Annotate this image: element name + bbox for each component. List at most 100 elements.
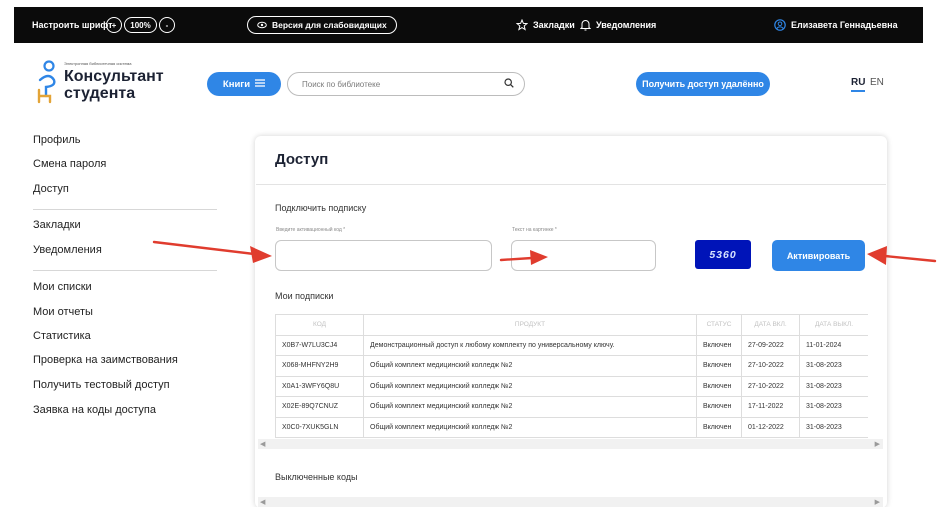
scroll-left-icon[interactable]: ◀: [260, 498, 265, 506]
notifications-label: Уведомления: [596, 20, 657, 30]
books-menu-button[interactable]: Книги: [207, 72, 281, 96]
user-menu[interactable]: Елизавета Геннадьевна: [774, 7, 898, 43]
cell-code: X0B7-W7LU3CJ4: [275, 334, 364, 356]
cell-code: X0C0-7XUK5GLN: [275, 416, 364, 438]
activation-code-label: Введите активационный код *: [276, 227, 346, 233]
cell-date-on: 27-10-2022: [741, 375, 800, 397]
sidebar-item-notifications[interactable]: Уведомления: [33, 244, 102, 256]
table-horizontal-scrollbar[interactable]: ◀ ▶: [258, 439, 883, 449]
disabled-codes-heading: Выключенные коды: [275, 472, 358, 482]
cell-date-off: 31-08-2023: [799, 375, 868, 397]
col-header-date-on[interactable]: ДАТА ВКЛ.: [741, 314, 800, 336]
cell-date-on: 27-09-2022: [741, 334, 800, 356]
sidebar-item-my-reports[interactable]: Мои отчеты: [33, 306, 93, 318]
bookmarks-label: Закладки: [533, 20, 575, 30]
table-row[interactable]: X068-MHFNY2H9 Общий комплект медицинский…: [275, 355, 868, 377]
sidebar-item-access[interactable]: Доступ: [33, 183, 69, 195]
table-row[interactable]: X02E-89Q7CNUZ Общий комплект медицинский…: [275, 396, 868, 418]
sidebar-divider: [33, 270, 217, 271]
hamburger-icon: [255, 78, 266, 90]
sidebar-item-statistics[interactable]: Статистика: [33, 330, 91, 342]
cell-code: X0A1-3WFY6Q8U: [275, 375, 364, 397]
cell-product: Демонстрационный доступ к любому комплек…: [363, 334, 697, 356]
bell-icon: [580, 19, 591, 31]
table-header-row: КОД ПРОДУКТ СТАТУС ДАТА ВКЛ. ДАТА ВЫКЛ.: [275, 314, 868, 336]
cell-date-on: 01-12-2022: [741, 416, 800, 438]
cell-status: Включен: [696, 355, 742, 377]
font-zoom-value: 100%: [124, 17, 157, 33]
cell-date-off: 31-08-2023: [799, 355, 868, 377]
visually-impaired-label: Версия для слабовидящих: [272, 20, 387, 30]
activation-code-input[interactable]: [275, 240, 492, 271]
col-header-code[interactable]: КОД: [275, 314, 364, 336]
logo-icon[interactable]: [36, 60, 62, 106]
col-header-product[interactable]: ПРОДУКТ: [363, 314, 697, 336]
col-header-status[interactable]: СТАТУС: [696, 314, 742, 336]
logo-title[interactable]: Консультант студента: [64, 68, 164, 102]
cell-status: Включен: [696, 375, 742, 397]
subscriptions-table: КОД ПРОДУКТ СТАТУС ДАТА ВКЛ. ДАТА ВЫКЛ. …: [275, 314, 868, 438]
sidebar-item-profile[interactable]: Профиль: [33, 134, 81, 146]
search-input[interactable]: [302, 79, 504, 89]
visually-impaired-button[interactable]: Версия для слабовидящих: [247, 16, 397, 34]
search-bar: [287, 72, 525, 96]
cell-status: Включен: [696, 334, 742, 356]
cell-status: Включен: [696, 396, 742, 418]
arrow-to-captcha-input-icon: [499, 250, 548, 265]
sidebar-item-bookmarks[interactable]: Закладки: [33, 219, 81, 231]
scroll-right-icon[interactable]: ▶: [875, 498, 880, 506]
lang-ru-button[interactable]: RU: [851, 77, 866, 92]
my-subscriptions-heading: Мои подписки: [275, 291, 334, 301]
search-icon[interactable]: [504, 75, 514, 93]
remote-access-button[interactable]: Получить доступ удалённо: [636, 72, 770, 96]
cell-product: Общий комплект медицинский колледж №2: [363, 416, 697, 438]
page-title: Доступ: [275, 151, 329, 168]
arrow-to-code-input-icon: [152, 240, 272, 263]
cell-status: Включен: [696, 416, 742, 438]
user-name: Елизавета Геннадьевна: [791, 20, 898, 30]
scroll-right-icon[interactable]: ▶: [875, 440, 880, 448]
cell-product: Общий комплект медицинский колледж №2: [363, 396, 697, 418]
books-button-label: Книги: [222, 78, 251, 90]
cell-product: Общий комплект медицинский колледж №2: [363, 355, 697, 377]
font-increase-button[interactable]: +: [106, 17, 122, 33]
card-divider: [256, 184, 886, 185]
font-decrease-button[interactable]: -: [159, 17, 175, 33]
sidebar-item-test-access[interactable]: Получить тестовый доступ: [33, 379, 170, 391]
cell-product: Общий комплект медицинский колледж №2: [363, 375, 697, 397]
scroll-left-icon[interactable]: ◀: [260, 440, 265, 448]
captcha-text-label: Текст на картинке *: [512, 227, 557, 233]
logo-subtitle: Электронная библиотечная система: [64, 61, 132, 66]
cell-date-off: 31-08-2023: [799, 416, 868, 438]
subscriptions-table-container: КОД ПРОДУКТ СТАТУС ДАТА ВКЛ. ДАТА ВЫКЛ. …: [275, 314, 868, 438]
table-row[interactable]: X0B7-W7LU3CJ4 Демонстрационный доступ к …: [275, 334, 868, 356]
cell-code: X068-MHFNY2H9: [275, 355, 364, 377]
captcha-image: 5360: [695, 240, 751, 269]
user-avatar-icon: [774, 19, 786, 31]
notifications-link[interactable]: Уведомления: [580, 7, 656, 43]
logo-title-line2: студента: [64, 85, 136, 102]
cell-date-off: 11-01-2024: [799, 334, 868, 356]
star-icon: [516, 19, 528, 31]
table-row[interactable]: X0A1-3WFY6Q8U Общий комплект медицинский…: [275, 375, 868, 397]
col-header-date-off[interactable]: ДАТА ВЫКЛ.: [799, 314, 868, 336]
cell-date-off: 31-08-2023: [799, 396, 868, 418]
bookmarks-link[interactable]: Закладки: [516, 7, 575, 43]
top-bar: Настроить шрифт + 100% - Версия для слаб…: [14, 7, 923, 43]
arrow-to-activate-button-icon: [867, 246, 937, 265]
sidebar-item-access-codes-request[interactable]: Заявка на коды доступа: [33, 404, 156, 416]
table-row[interactable]: X0C0-7XUK5GLN Общий комплект медицинский…: [275, 416, 868, 438]
disabled-codes-scrollbar[interactable]: ◀ ▶: [258, 497, 883, 507]
cell-date-on: 27-10-2022: [741, 355, 800, 377]
font-settings-label: Настроить шрифт: [32, 20, 113, 30]
eye-icon: [257, 21, 267, 29]
sidebar-item-my-lists[interactable]: Мои списки: [33, 281, 92, 293]
sidebar-divider: [33, 209, 217, 210]
logo-title-line1: Консультант: [64, 68, 164, 85]
sidebar-item-plagiarism-check[interactable]: Проверка на заимствования: [33, 354, 178, 366]
activate-button[interactable]: Активировать: [772, 240, 865, 271]
lang-en-button[interactable]: EN: [870, 77, 884, 88]
cell-code: X02E-89Q7CNUZ: [275, 396, 364, 418]
subscribe-heading: Подключить подписку: [275, 203, 367, 213]
sidebar-item-change-password[interactable]: Смена пароля: [33, 158, 106, 170]
